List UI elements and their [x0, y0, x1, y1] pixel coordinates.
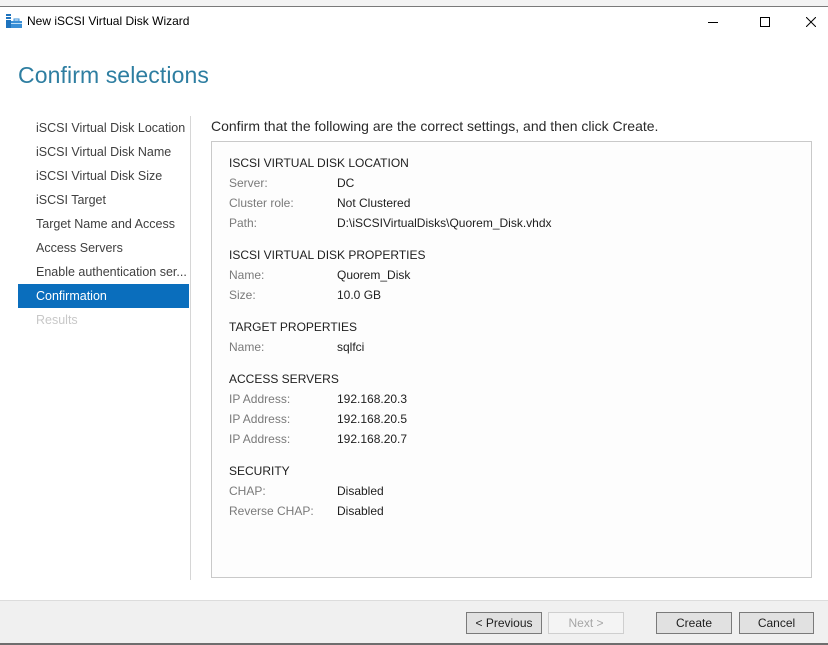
row-label: Cluster role: [229, 196, 294, 210]
summary-row: CHAP: Disabled [229, 481, 384, 501]
row-label: CHAP: [229, 484, 266, 498]
row-value: sqlfci [337, 340, 365, 354]
row-value: 192.168.20.7 [337, 432, 408, 446]
row-value: D:\iSCSIVirtualDisks\Quorem_Disk.vhdx [337, 216, 552, 230]
nav-item-disk-size[interactable]: iSCSI Virtual Disk Size [18, 164, 189, 188]
row-value: Disabled [337, 484, 384, 498]
row-label: Name: [229, 340, 265, 354]
close-icon [806, 17, 816, 27]
create-button[interactable]: Create [656, 612, 732, 634]
next-button: Next > [548, 612, 624, 634]
wizard-steps-nav: iSCSI Virtual Disk Location iSCSI Virtua… [18, 116, 189, 332]
summary-row: Name: Quorem_Disk [229, 265, 426, 285]
row-label: Server: [229, 176, 268, 190]
cancel-button[interactable]: Cancel [739, 612, 814, 634]
nav-item-disk-name[interactable]: iSCSI Virtual Disk Name [18, 140, 189, 164]
maximize-button[interactable] [742, 7, 788, 37]
row-value: Not Clustered [337, 196, 411, 210]
summary-row: IP Address: 192.168.20.5 [229, 409, 407, 429]
row-value: 192.168.20.5 [337, 412, 408, 426]
summary-row: Cluster role: Not Clustered [229, 193, 552, 213]
summary-row: IP Address: 192.168.20.3 [229, 389, 407, 409]
row-label: IP Address: [229, 412, 291, 426]
title-bar: New iSCSI Virtual Disk Wizard [0, 7, 828, 37]
confirmation-summary-panel: ISCSI VIRTUAL DISK LOCATION Server: DC Cl… [211, 141, 812, 578]
nav-item-target-name-access[interactable]: Target Name and Access [18, 212, 189, 236]
instruction-text: Confirm that the following are the corre… [211, 118, 659, 134]
row-value: DC [337, 176, 355, 190]
nav-item-results: Results [36, 313, 78, 327]
row-value: Quorem_Disk [337, 268, 411, 282]
row-label: Name: [229, 268, 265, 282]
top-edge [0, 0, 828, 7]
section-heading: ACCESS SERVERS [229, 372, 339, 386]
section-heading: ISCSI VIRTUAL DISK PROPERTIES [229, 248, 426, 262]
maximize-icon [760, 17, 770, 27]
row-value: 10.0 GB [337, 288, 382, 302]
section-security: SECURITY CHAP: Disabled Reverse CHAP: Disa… [229, 461, 384, 521]
page-title: Confirm selections [18, 62, 209, 88]
window-title: New iSCSI Virtual Disk Wizard [27, 14, 190, 28]
row-label: Path: [229, 216, 258, 230]
section-disk-properties: ISCSI VIRTUAL DISK PROPERTIES Name: Quore… [229, 245, 426, 305]
section-disk-location: ISCSI VIRTUAL DISK LOCATION Server: DC Cl… [229, 153, 552, 233]
section-heading: TARGET PROPERTIES [229, 320, 358, 334]
nav-item-access-servers[interactable]: Access Servers [18, 236, 189, 260]
summary-row: Reverse CHAP: Disabled [229, 501, 384, 521]
nav-item-iscsi-target[interactable]: iSCSI Target [18, 188, 189, 212]
row-value: 192.168.20.3 [337, 392, 408, 406]
row-label: Size: [229, 288, 256, 302]
summary-row: Size: 10.0 GB [229, 285, 426, 305]
nav-divider [190, 116, 191, 580]
summary-row: Name: sqlfci [229, 337, 364, 357]
row-label: IP Address: [229, 392, 291, 406]
nav-item-disk-location[interactable]: iSCSI Virtual Disk Location [18, 116, 189, 140]
section-heading: SECURITY [229, 464, 290, 478]
summary-row: IP Address: 192.168.20.7 [229, 429, 407, 449]
section-heading: ISCSI VIRTUAL DISK LOCATION [229, 156, 409, 170]
row-label: Reverse CHAP: [229, 504, 314, 518]
minimize-icon [708, 22, 718, 23]
iscsi-wizard-icon [6, 14, 22, 28]
minimize-button[interactable] [690, 7, 736, 37]
nav-item-authentication[interactable]: Enable authentication ser... [18, 260, 189, 284]
summary-row: Path: D:\iSCSIVirtualDisks\Quorem_Disk.vh… [229, 213, 552, 233]
row-value: Disabled [337, 504, 384, 518]
section-target-properties: TARGET PROPERTIES Name: sqlfci [229, 317, 364, 357]
close-button[interactable] [788, 7, 828, 37]
section-access-servers: ACCESS SERVERS IP Address: 192.168.20.3 I… [229, 369, 407, 449]
previous-button[interactable]: < Previous [466, 612, 542, 634]
row-label: IP Address: [229, 432, 291, 446]
nav-item-confirmation[interactable]: Confirmation [18, 284, 189, 308]
summary-row: Server: DC [229, 173, 552, 193]
wizard-footer: < Previous Next > Create Cancel [0, 600, 828, 645]
